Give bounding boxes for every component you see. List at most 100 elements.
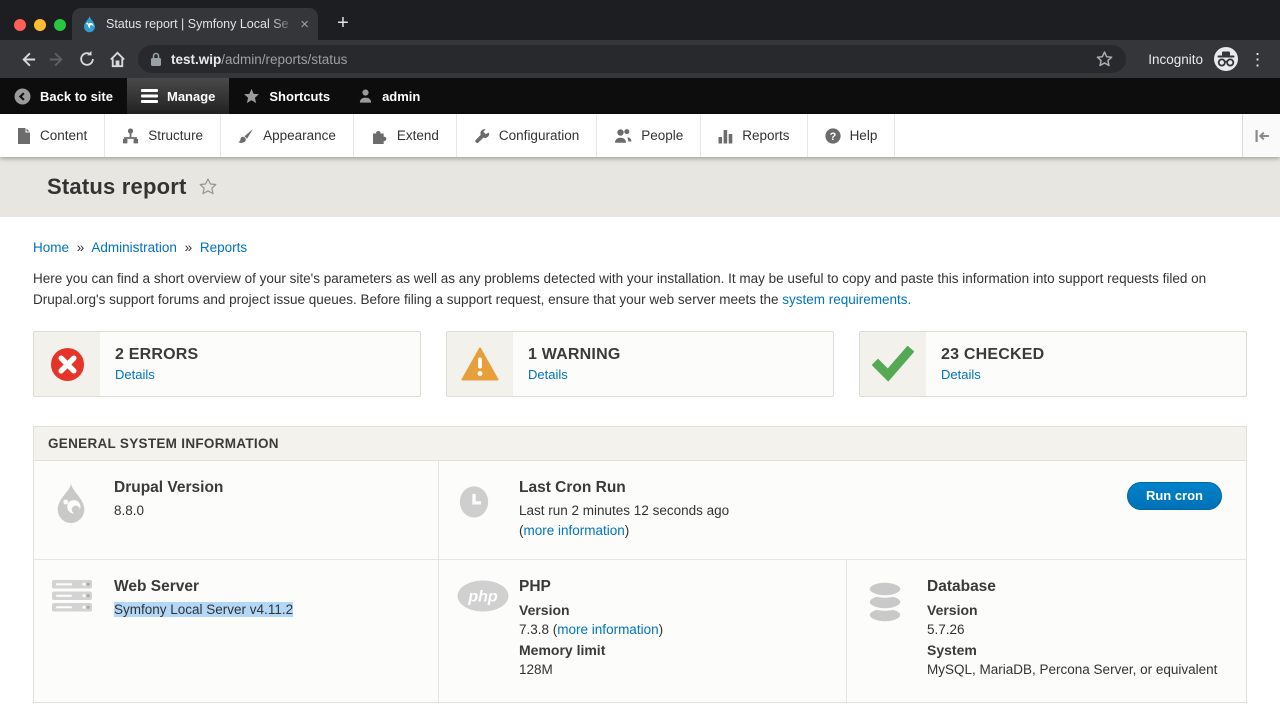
incognito-label: Incognito bbox=[1148, 52, 1203, 67]
browser-toolbar: test.wip/admin/reports/status Incognito … bbox=[0, 40, 1280, 78]
close-window-button[interactable] bbox=[14, 19, 26, 31]
clock-icon bbox=[457, 478, 519, 543]
database-version-value: 5.7.26 bbox=[927, 620, 1217, 640]
breadcrumb-reports-link[interactable]: Reports bbox=[200, 240, 247, 255]
menu-item-people[interactable]: People bbox=[597, 114, 701, 157]
admin-menubar: Content Structure Appearance Extend bbox=[0, 114, 1280, 157]
address-bar[interactable]: test.wip/admin/reports/status bbox=[138, 45, 1126, 73]
cron-status: Last run 2 minutes 12 seconds ago bbox=[519, 501, 729, 521]
check-icon bbox=[872, 346, 914, 382]
forward-icon[interactable] bbox=[42, 44, 72, 74]
breadcrumb-administration-link[interactable]: Administration bbox=[91, 240, 177, 255]
svg-text:?: ? bbox=[829, 131, 836, 143]
url-text: test.wip/admin/reports/status bbox=[171, 52, 347, 67]
warning-card: 1 WARNING Details bbox=[446, 331, 834, 397]
close-tab-icon[interactable]: × bbox=[300, 17, 309, 32]
reload-icon[interactable] bbox=[72, 44, 102, 74]
drupal-version-cell: Drupal Version 8.8.0 bbox=[34, 461, 438, 560]
favorite-star-icon[interactable] bbox=[198, 177, 218, 197]
help-icon: ? bbox=[825, 128, 841, 144]
menu-item-content[interactable]: Content bbox=[0, 114, 105, 157]
wrench-icon bbox=[474, 128, 490, 144]
php-title: PHP bbox=[519, 577, 663, 597]
drupal-favicon-icon bbox=[81, 15, 98, 33]
cron-more-info: (more information) bbox=[519, 521, 729, 541]
back-icon[interactable] bbox=[12, 44, 42, 74]
zoom-window-button[interactable] bbox=[54, 19, 66, 31]
browser-menu-icon[interactable]: ⋮ bbox=[1249, 51, 1266, 68]
user-account-tab[interactable]: admin bbox=[344, 78, 434, 114]
last-cron-run-cell: Last Cron Run Last run 2 minutes 12 seco… bbox=[438, 461, 1246, 560]
database-version-label: Version bbox=[927, 600, 1217, 620]
menu-item-structure[interactable]: Structure bbox=[105, 114, 221, 157]
user-icon bbox=[358, 88, 373, 104]
php-icon: php bbox=[457, 577, 519, 686]
checked-iconbox bbox=[860, 332, 926, 396]
hamburger-icon bbox=[141, 89, 158, 103]
document-icon bbox=[17, 128, 31, 144]
page-title: Status report bbox=[47, 174, 187, 200]
breadcrumb-home-link[interactable]: Home bbox=[33, 240, 69, 255]
manage-tab[interactable]: Manage bbox=[127, 78, 229, 114]
toolbar-orientation-toggle[interactable] bbox=[1242, 114, 1280, 157]
database-icon bbox=[865, 577, 927, 686]
php-cell: php PHP Version 7.3.8 (more information)… bbox=[438, 560, 846, 702]
status-summary-cards: 2 ERRORS Details 1 WARNING Details bbox=[33, 331, 1247, 397]
minimize-window-button[interactable] bbox=[34, 19, 46, 31]
breadcrumb: Home » Administration » Reports bbox=[33, 240, 1247, 255]
php-version-label: Version bbox=[519, 600, 663, 620]
browser-tab[interactable]: Status report | Symfony Local Se × bbox=[72, 8, 318, 40]
selected-text: Symfony Local Server v4.11.2 bbox=[114, 602, 293, 617]
menu-item-help[interactable]: ? Help bbox=[808, 114, 896, 157]
menu-item-extend[interactable]: Extend bbox=[354, 114, 457, 157]
people-icon bbox=[614, 128, 632, 144]
lock-icon bbox=[150, 52, 162, 67]
web-server-value: Symfony Local Server v4.11.2 bbox=[114, 600, 293, 620]
checked-details-link[interactable]: Details bbox=[941, 367, 1044, 382]
cron-title: Last Cron Run bbox=[519, 478, 729, 498]
checked-card: 23 CHECKED Details bbox=[859, 331, 1247, 397]
errors-count: 2 ERRORS bbox=[115, 346, 198, 364]
server-icon bbox=[52, 577, 114, 686]
browser-tab-strip: Status report | Symfony Local Se × + bbox=[0, 0, 1280, 40]
run-cron-button[interactable]: Run cron bbox=[1127, 482, 1222, 510]
new-tab-button[interactable]: + bbox=[331, 12, 355, 36]
structure-icon bbox=[122, 128, 139, 144]
php-memory-label: Memory limit bbox=[519, 640, 663, 660]
back-to-site-link[interactable]: Back to site bbox=[0, 78, 127, 114]
home-icon[interactable] bbox=[102, 44, 132, 74]
bar-chart-icon bbox=[718, 128, 733, 144]
screen: Status report | Symfony Local Se × + tes… bbox=[0, 0, 1280, 720]
php-more-info-link[interactable]: more information bbox=[557, 622, 658, 637]
php-version-value: 7.3.8 (more information) bbox=[519, 620, 663, 640]
database-system-value: MySQL, MariaDB, Percona Server, or equiv… bbox=[927, 660, 1217, 680]
menu-item-reports[interactable]: Reports bbox=[701, 114, 807, 157]
errors-details-link[interactable]: Details bbox=[115, 367, 198, 382]
menu-item-appearance[interactable]: Appearance bbox=[221, 114, 354, 157]
drupal-version-title: Drupal Version bbox=[114, 478, 223, 498]
php-memory-value: 128M bbox=[519, 660, 663, 680]
window-controls[interactable] bbox=[14, 19, 66, 31]
collapse-left-icon bbox=[1254, 129, 1270, 143]
warning-icon bbox=[461, 347, 499, 381]
database-system-label: System bbox=[927, 640, 1217, 660]
page-description: Here you can find a short overview of yo… bbox=[33, 268, 1247, 310]
database-title: Database bbox=[927, 577, 1217, 597]
menu-item-configuration[interactable]: Configuration bbox=[457, 114, 597, 157]
shortcuts-tab[interactable]: Shortcuts bbox=[229, 78, 344, 114]
drupal-admin-toolbar: Back to site Manage Shortcuts admin bbox=[0, 78, 1280, 114]
page-header: Status report bbox=[0, 157, 1280, 217]
errors-card: 2 ERRORS Details bbox=[33, 331, 421, 397]
bookmark-star-icon[interactable] bbox=[1095, 50, 1114, 69]
section-heading: GENERAL SYSTEM INFORMATION bbox=[34, 427, 1246, 461]
warning-details-link[interactable]: Details bbox=[528, 367, 620, 382]
errors-iconbox bbox=[34, 332, 100, 396]
error-icon bbox=[50, 347, 85, 382]
tab-title-fade bbox=[270, 17, 296, 31]
warning-count: 1 WARNING bbox=[528, 346, 620, 364]
cron-more-info-link[interactable]: more information bbox=[524, 523, 625, 538]
general-system-information: GENERAL SYSTEM INFORMATION Drupal Versio… bbox=[33, 426, 1247, 703]
checked-count: 23 CHECKED bbox=[941, 346, 1044, 364]
svg-text:php: php bbox=[467, 589, 498, 606]
system-requirements-link[interactable]: system requirements. bbox=[782, 292, 911, 307]
